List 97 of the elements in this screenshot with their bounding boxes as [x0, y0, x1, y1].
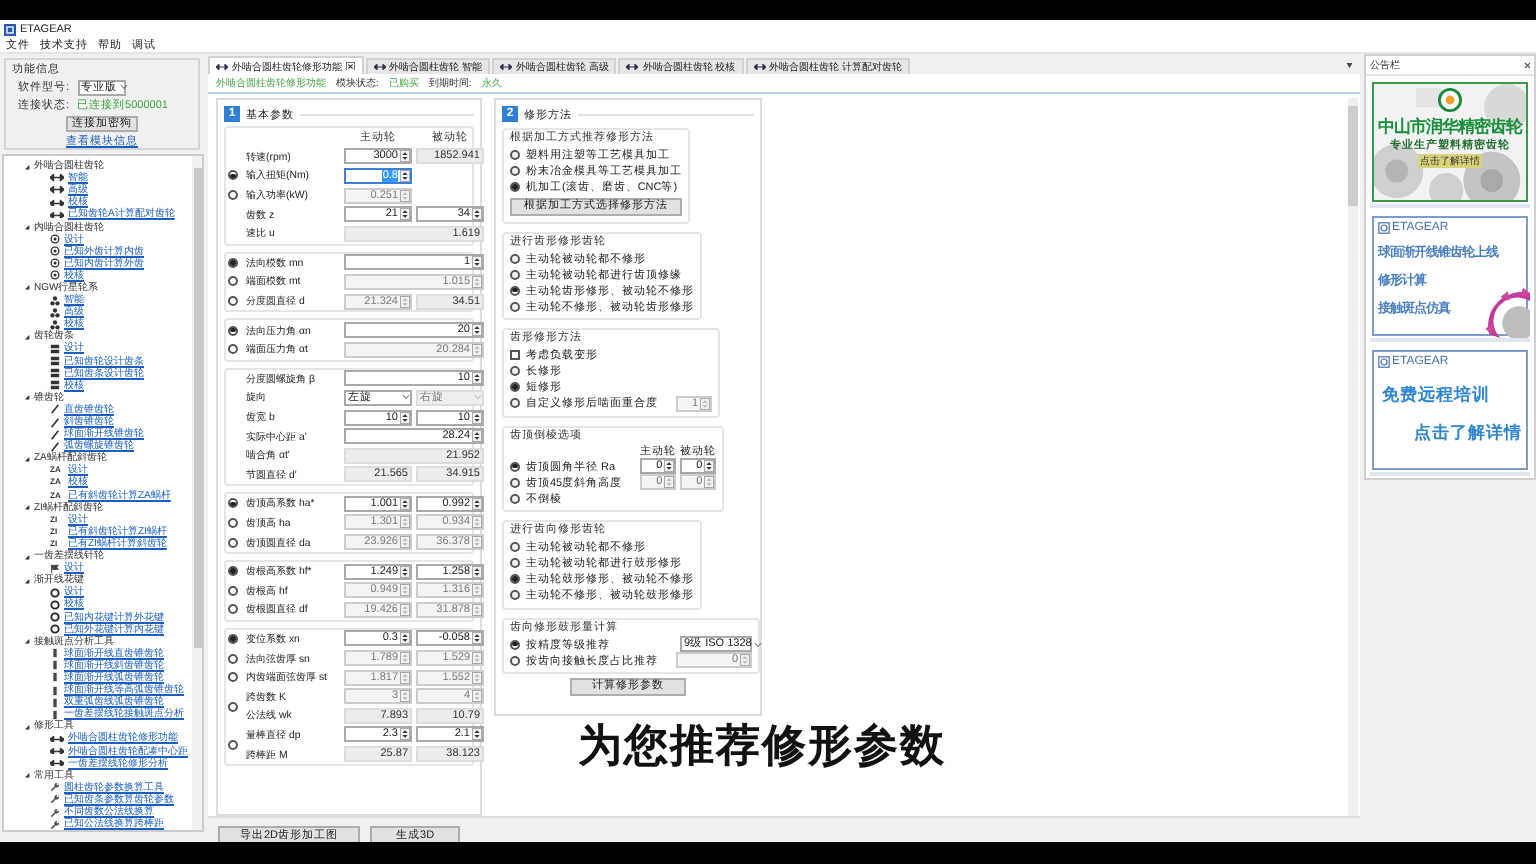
ad-text: 中山市润华精密齿轮: [1378, 116, 1522, 138]
spin-button[interactable]: [704, 460, 715, 472]
radio-button[interactable]: [510, 398, 520, 408]
double-arrow-icon: [50, 735, 64, 743]
radio-button[interactable]: [228, 296, 238, 307]
spin-button[interactable]: [400, 497, 410, 510]
spin-button[interactable]: [472, 411, 482, 424]
radio-button[interactable]: [228, 739, 238, 750]
scrollbar[interactable]: [1348, 98, 1358, 816]
spin-button[interactable]: [400, 150, 410, 163]
expand-caret-icon[interactable]: [24, 394, 30, 401]
spin-button[interactable]: [472, 256, 482, 269]
radio-button[interactable]: [510, 477, 520, 487]
double-arrow-icon: [753, 64, 766, 70]
radio-button[interactable]: [228, 633, 238, 644]
spin-button[interactable]: [472, 497, 482, 510]
close-icon[interactable]: [1523, 61, 1530, 69]
expand-caret-icon[interactable]: [24, 284, 30, 291]
radio-button[interactable]: [510, 269, 520, 279]
spin-button[interactable]: [400, 208, 410, 221]
ad-text: 免费远程培训: [1382, 384, 1492, 408]
expand-caret-icon[interactable]: [24, 553, 30, 560]
spin-button[interactable]: [472, 632, 482, 645]
pin-icon[interactable]: [1345, 61, 1352, 69]
flag-icon: [50, 563, 60, 574]
expand-caret-icon[interactable]: [24, 163, 30, 170]
radio-button[interactable]: [510, 166, 520, 176]
radio-button[interactable]: [228, 566, 238, 577]
double-arrow-icon: [50, 759, 64, 767]
radio-button[interactable]: [228, 517, 238, 528]
caret-icon: [753, 641, 762, 647]
radio-button[interactable]: [228, 653, 238, 664]
expand-caret-icon[interactable]: [24, 333, 30, 340]
radio-button[interactable]: [228, 190, 238, 201]
radio-button[interactable]: [510, 150, 520, 160]
radio-button[interactable]: [510, 182, 520, 192]
checkbox[interactable]: [510, 350, 520, 360]
logo-icon: [1378, 222, 1390, 234]
spin-button[interactable]: [400, 565, 410, 578]
video-caption: 为您推荐修形参数: [578, 718, 946, 774]
radio-button[interactable]: [228, 537, 238, 548]
radio-button[interactable]: [228, 604, 238, 615]
expand-caret-icon[interactable]: [24, 504, 30, 511]
radio-button[interactable]: [228, 325, 238, 336]
spin-button[interactable]: [472, 324, 482, 337]
radio-button[interactable]: [510, 493, 520, 503]
double-arrow-icon: [50, 186, 64, 194]
expand-caret-icon[interactable]: [24, 772, 30, 779]
expand-caret-icon[interactable]: [24, 638, 30, 645]
spin-button[interactable]: [400, 728, 410, 741]
double-arrow-icon: [216, 63, 228, 69]
radio-button[interactable]: [510, 639, 520, 649]
scrollbar[interactable]: [192, 156, 202, 831]
close-icon[interactable]: [346, 61, 355, 71]
radio-button[interactable]: [228, 672, 238, 683]
radio-button[interactable]: [510, 542, 520, 552]
expand-caret-icon[interactable]: [24, 577, 30, 584]
spin-button[interactable]: [400, 632, 410, 645]
double-arrow-icon: [499, 64, 512, 70]
double-arrow-icon: [50, 174, 64, 182]
expand-caret-icon[interactable]: [24, 224, 30, 231]
double-arrow-icon: [626, 64, 639, 70]
radio-button[interactable]: [510, 574, 520, 584]
double-arrow-icon: [50, 211, 64, 219]
radio-button[interactable]: [510, 655, 520, 665]
expand-caret-icon[interactable]: [24, 455, 30, 462]
radio-button[interactable]: [510, 366, 520, 376]
radio-button[interactable]: [510, 382, 520, 392]
spin-button[interactable]: [400, 169, 410, 182]
caret-icon: [119, 84, 128, 90]
radio-button[interactable]: [510, 558, 520, 568]
radio-button[interactable]: [510, 253, 520, 263]
spin-button[interactable]: [472, 430, 482, 443]
radio-button[interactable]: [510, 461, 520, 471]
radio-button[interactable]: [228, 170, 238, 181]
radio-button[interactable]: [228, 257, 238, 268]
radio-button[interactable]: [510, 590, 520, 600]
spin-button[interactable]: [472, 728, 482, 741]
double-arrow-icon: [50, 199, 64, 207]
double-arrow-icon: [373, 64, 385, 70]
radio-button[interactable]: [510, 285, 520, 295]
radio-button[interactable]: [228, 585, 238, 596]
caret-icon: [402, 394, 410, 401]
spin-button[interactable]: [472, 565, 482, 578]
radio-button[interactable]: [228, 701, 238, 712]
radio-button[interactable]: [510, 301, 520, 311]
spin-button[interactable]: [472, 208, 482, 221]
ad-text: 点击了解详情: [1414, 422, 1522, 446]
spin-button[interactable]: [472, 372, 482, 385]
spin-button[interactable]: [400, 411, 410, 424]
radio-button[interactable]: [228, 498, 238, 509]
logo-icon: [1378, 356, 1390, 368]
double-arrow-icon: [50, 747, 64, 755]
expand-caret-icon[interactable]: [24, 723, 30, 730]
radio-button[interactable]: [228, 276, 238, 287]
spin-button[interactable]: [664, 460, 675, 472]
radio-button[interactable]: [228, 344, 238, 355]
